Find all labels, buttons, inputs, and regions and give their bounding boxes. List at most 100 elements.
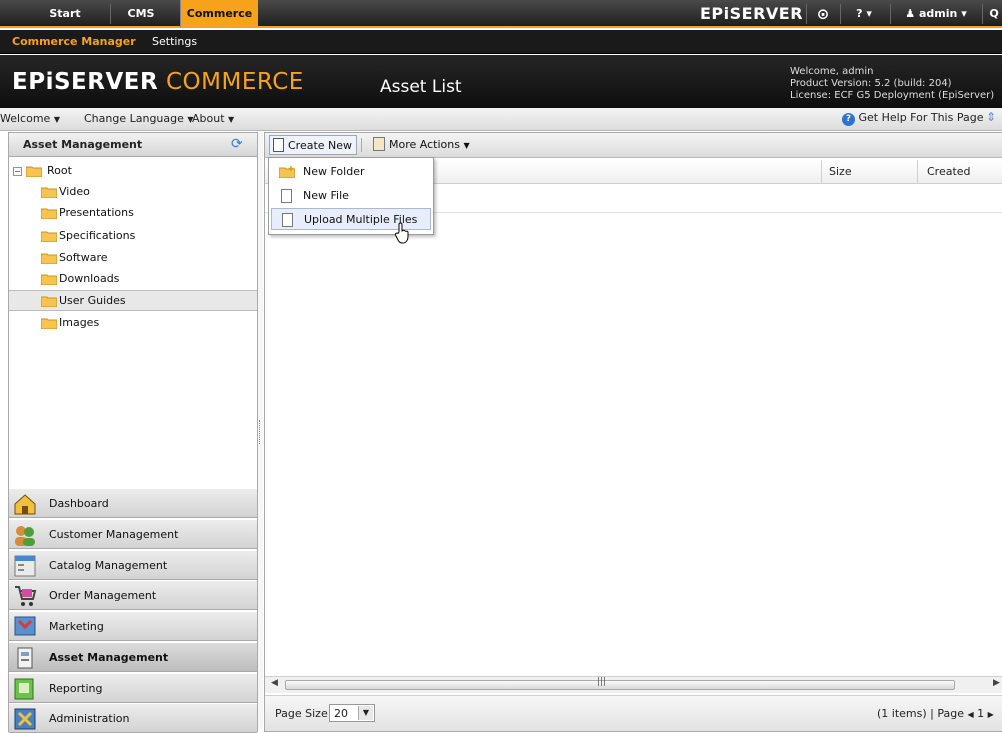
- divider: [806, 4, 807, 24]
- hand-cursor-icon: [394, 222, 409, 244]
- divider: [110, 4, 111, 24]
- scroll-right-icon[interactable]: ▶: [993, 678, 1000, 688]
- collapse-icon[interactable]: −: [13, 166, 22, 176]
- tree-node-user-guides[interactable]: User Guides: [41, 291, 126, 311]
- help-menu-button[interactable]: ? ▾: [842, 0, 886, 28]
- tree-node-images[interactable]: Images: [41, 313, 99, 333]
- chevron-down-icon[interactable]: ▼: [358, 706, 373, 720]
- get-help-link[interactable]: ? Get Help For This Page: [842, 111, 983, 126]
- nav-commerce[interactable]: Commerce: [180, 0, 258, 28]
- user-name: admin ▾: [919, 7, 967, 20]
- nav-cms[interactable]: CMS: [112, 0, 170, 28]
- user-menu-button[interactable]: ♟ admin ▾: [894, 0, 978, 28]
- folder-icon: [41, 231, 57, 242]
- folder-icon: [41, 318, 57, 329]
- page-title: Asset List: [380, 77, 462, 97]
- get-help-label: Get Help For This Page: [858, 111, 984, 124]
- subnav-commerce-manager[interactable]: Commerce Manager: [12, 35, 136, 48]
- new-document-icon: [273, 138, 284, 152]
- page-size-label: Page Size:: [275, 707, 332, 720]
- menu-welcome[interactable]: Welcome ▼: [0, 112, 60, 125]
- tree-node-downloads[interactable]: Downloads: [41, 269, 119, 289]
- divider: [890, 4, 891, 24]
- prev-page-icon[interactable]: ◀: [968, 710, 974, 719]
- reporting-icon: [14, 678, 34, 700]
- subnav-settings[interactable]: Settings: [152, 35, 197, 48]
- tree-node-presentations[interactable]: Presentations: [41, 203, 134, 223]
- tree-node-software[interactable]: Software: [41, 248, 108, 268]
- app-header: EPiSERVER COMMERCE Asset List Welcome, a…: [0, 55, 1002, 108]
- divider: [840, 4, 841, 24]
- pager: (1 items) | Page ◀ 1 ▶: [877, 707, 994, 720]
- accordion-dashboard[interactable]: Dashboard: [9, 488, 257, 518]
- divider: [982, 4, 983, 24]
- folder-icon: [41, 187, 57, 198]
- grid-footer: Page Size: 20 ▼ (1 items) | Page ◀ 1 ▶: [265, 695, 1002, 731]
- logo-commerce: COMMERCE: [158, 69, 304, 95]
- menu-bar: Welcome ▼ Change Language ▼ About ▼ ? Ge…: [0, 108, 1002, 131]
- next-page-icon[interactable]: ▶: [988, 710, 994, 719]
- menu-change-language[interactable]: Change Language ▼: [84, 112, 194, 125]
- logo-episerver: EPiSERVER: [12, 69, 159, 95]
- tree-node-specifications[interactable]: Specifications: [41, 226, 135, 246]
- folder-icon: [41, 208, 57, 219]
- accordion-asset-management[interactable]: Asset Management: [9, 642, 257, 672]
- column-divider: [917, 160, 918, 184]
- marketing-icon: [14, 616, 36, 636]
- accordion-customer-management[interactable]: Customer Management: [9, 519, 257, 549]
- product-info: Welcome, admin Product Version: 5.2 (bui…: [790, 66, 1002, 102]
- more-actions-button[interactable]: More Actions ▼: [373, 135, 483, 155]
- refresh-icon[interactable]: ⟳: [231, 136, 243, 152]
- folder-icon: [41, 274, 57, 285]
- product-version: Product Version: 5.2 (build: 204): [790, 78, 952, 89]
- home-icon: [14, 494, 36, 515]
- page-size-select[interactable]: 20 ▼: [329, 704, 375, 722]
- splitter[interactable]: [258, 132, 263, 729]
- left-navigation-panel: Asset Management ⟳ − Root Video Presenta…: [8, 132, 258, 733]
- nav-start[interactable]: Start: [40, 0, 90, 28]
- splitter-grip: [259, 420, 261, 444]
- new-folder-icon: [279, 166, 295, 178]
- menu-about[interactable]: About ▼: [192, 112, 234, 125]
- current-page: 1: [977, 707, 985, 720]
- accordion-catalog-management[interactable]: Catalog Management: [9, 550, 257, 580]
- edit-icon: [373, 137, 385, 151]
- episerver-logo-small: EPiSERVER: [700, 4, 804, 23]
- eye-icon[interactable]: ⊙: [808, 0, 838, 28]
- welcome-text: Welcome, admin: [790, 66, 874, 77]
- column-divider: [821, 160, 822, 184]
- administration-icon: [14, 708, 36, 730]
- sub-nav-bar: Commerce Manager Settings: [0, 30, 1002, 54]
- folder-icon: [41, 253, 57, 264]
- cart-icon: [15, 586, 37, 606]
- menu-item-new-folder[interactable]: New Folder: [271, 161, 431, 183]
- asset-icon: [17, 647, 33, 669]
- search-icon[interactable]: Q: [986, 0, 1002, 28]
- catalog-icon: [14, 555, 36, 577]
- accordion-marketing[interactable]: Marketing: [9, 611, 257, 641]
- file-icon: [281, 189, 292, 203]
- column-created[interactable]: Created: [927, 165, 971, 178]
- license-text: License: ECF G5 Deployment (EpiServer): [790, 90, 995, 101]
- horizontal-scrollbar[interactable]: ◀ ||| ▶: [265, 676, 1002, 693]
- tree-node-video[interactable]: Video: [41, 182, 90, 202]
- menu-item-new-file[interactable]: New File: [271, 185, 431, 207]
- tree-node-root[interactable]: − Root: [13, 161, 72, 181]
- folder-icon: [41, 296, 57, 307]
- scroll-left-icon[interactable]: ◀: [271, 678, 278, 688]
- users-icon: [15, 526, 35, 546]
- panel-title: Asset Management: [23, 138, 143, 151]
- folder-icon: [25, 166, 42, 177]
- divider: [361, 138, 362, 152]
- file-icon: [282, 213, 293, 227]
- user-icon: ♟: [905, 7, 916, 20]
- collapse-header-icon[interactable]: ⇕: [986, 110, 996, 124]
- accordion-reporting[interactable]: Reporting: [9, 673, 257, 703]
- column-size[interactable]: Size: [829, 165, 852, 178]
- create-new-button[interactable]: Create New ▼: [269, 135, 357, 171]
- accordion-order-management[interactable]: Order Management: [9, 580, 257, 610]
- page-size-value: 20: [334, 707, 348, 720]
- top-nav-bar: Start CMS Commerce EPiSERVER ⊙ ? ▾ ♟ adm…: [0, 0, 1002, 28]
- scrollbar-thumb[interactable]: [285, 680, 955, 690]
- help-icon: ?: [842, 113, 855, 126]
